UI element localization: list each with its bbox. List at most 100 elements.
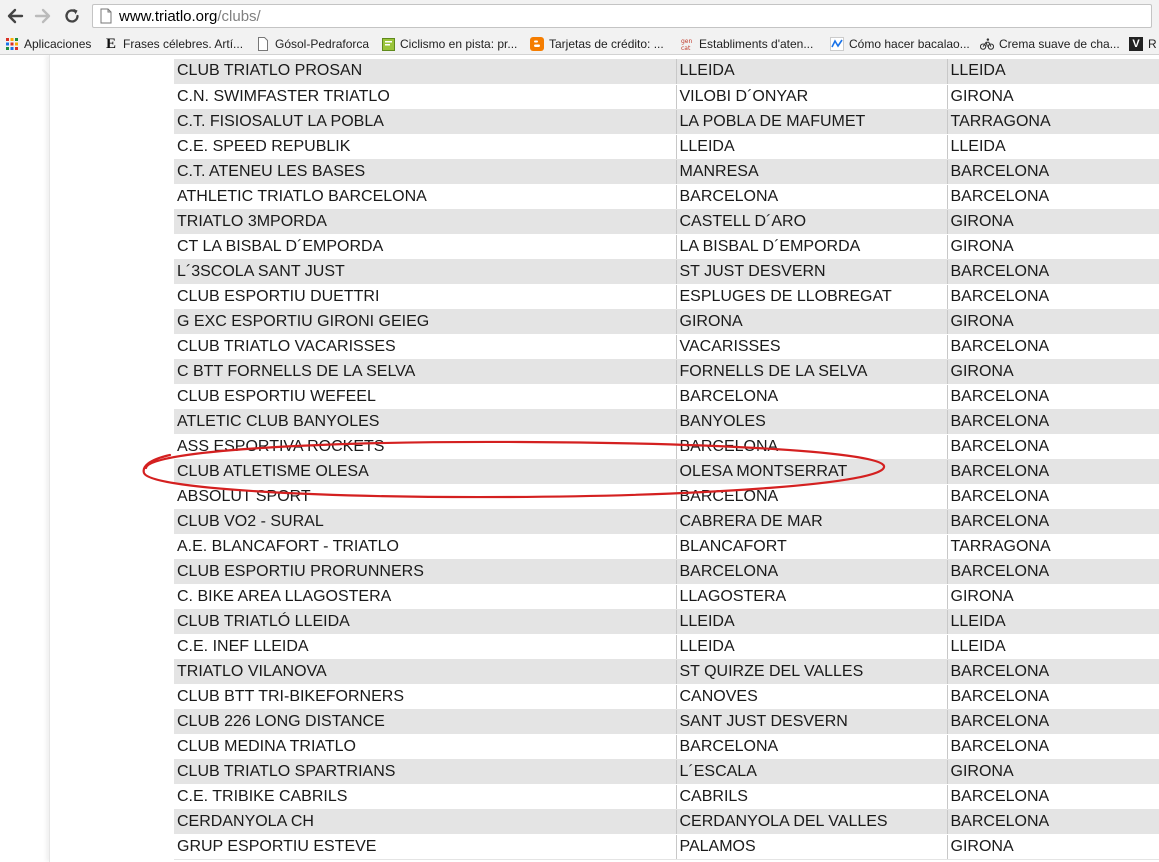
green-note-icon xyxy=(381,37,395,51)
forward-arrow-icon[interactable] xyxy=(32,5,54,27)
apps-grid-icon xyxy=(5,37,19,51)
province-cell: BARCELONA xyxy=(947,734,1159,760)
province-cell: LLEIDA xyxy=(947,609,1159,635)
club-name-cell: GRUP ESPORTIU ESTEVE xyxy=(174,834,677,860)
v-letter-icon: V xyxy=(1129,37,1143,51)
page-viewport[interactable]: CLUB TRIATLO PROSAN LLEIDA LLEIDA C.N. SWIM… xyxy=(0,55,1159,862)
club-name-cell: ABSOLUT SPORT xyxy=(174,484,677,510)
bookmark-gosol[interactable]: Gósol-Pedraforca xyxy=(256,35,369,53)
club-name-cell: TRIATLO VILANOVA xyxy=(174,659,677,685)
cyclist-icon xyxy=(980,37,994,51)
town-cell: PALAMOS xyxy=(676,834,948,860)
bookmark-v[interactable]: V R xyxy=(1129,35,1157,53)
back-arrow-icon[interactable] xyxy=(4,5,26,27)
table-row: CLUB 226 LONG DISTANCE SANT JUST DESVERN B… xyxy=(174,709,1159,735)
table-row: CLUB TRIATLÓ LLEIDA LLEIDA LLEIDA xyxy=(174,609,1159,635)
town-cell: BLANCAFORT xyxy=(676,534,948,560)
province-cell: BARCELONA xyxy=(947,809,1159,835)
url-path: /clubs/ xyxy=(217,7,261,25)
table-row: CLUB TRIATLO PROSAN LLEIDA LLEIDA xyxy=(174,59,1159,85)
town-cell: VILOBI D´ONYAR xyxy=(676,84,948,110)
reload-icon[interactable] xyxy=(61,5,83,27)
bookmark-bacalao[interactable]: Cómo hacer bacalao... xyxy=(830,35,970,53)
town-cell: ST QUIRZE DEL VALLES xyxy=(676,659,948,685)
town-cell: BARCELONA xyxy=(676,434,948,460)
club-name-cell: CLUB ESPORTIU DUETTRI xyxy=(174,284,677,310)
club-name-cell: CLUB MEDINA TRIATLO xyxy=(174,734,677,760)
svg-text:cat: cat xyxy=(681,45,691,51)
bookmark-frases[interactable]: E Frases célebres. Artí... xyxy=(104,35,243,53)
address-bar[interactable]: www.triatlo.org/clubs/ xyxy=(92,4,1152,28)
table-row: L´3SCOLA SANT JUST ST JUST DESVERN BARCELO… xyxy=(174,259,1159,285)
town-cell: GIRONA xyxy=(676,309,948,335)
province-cell: TARRAGONA xyxy=(947,109,1159,135)
province-cell: BARCELONA xyxy=(947,684,1159,710)
club-name-cell: CLUB ESPORTIU PRORUNNERS xyxy=(174,559,677,585)
bookmark-label: Tarjetas de crédito: ... xyxy=(549,37,664,51)
table-row: C.T. ATENEU LES BASES MANRESA BARCELONA xyxy=(174,159,1159,185)
town-cell: LLEIDA xyxy=(676,609,948,635)
table-row: A.E. BLANCAFORT - TRIATLO BLANCAFORT TARRA… xyxy=(174,534,1159,560)
province-cell: GIRONA xyxy=(947,834,1159,860)
table-row: CLUB ESPORTIU PRORUNNERS BARCELONA BARCELO… xyxy=(174,559,1159,585)
bookmark-ciclismo[interactable]: Ciclismo en pista: pr... xyxy=(381,35,517,53)
province-cell: BARCELONA xyxy=(947,284,1159,310)
e-letter-icon: E xyxy=(105,36,116,52)
table-row: CERDANYOLA CH CERDANYOLA DEL VALLES BARCEL… xyxy=(174,809,1159,835)
bookmark-apps[interactable]: Aplicaciones xyxy=(5,35,91,53)
table-row: CLUB MEDINA TRIATLO BARCELONA BARCELONA xyxy=(174,734,1159,760)
club-name-cell: CLUB TRIATLO VACARISSES xyxy=(174,334,677,360)
wave-icon xyxy=(830,37,844,51)
table-row: CT LA BISBAL D´EMPORDA LA BISBAL D´EMPORD… xyxy=(174,234,1159,260)
club-name-cell: CLUB VO2 - SURAL xyxy=(174,509,677,535)
town-cell: ESPLUGES DE LLOBREGAT xyxy=(676,284,948,310)
table-row: C.T. FISIOSALUT LA POBLA LA POBLA DE MAFU… xyxy=(174,109,1159,135)
club-name-cell: C. BIKE AREA LLAGOSTERA xyxy=(174,584,677,610)
town-cell: BANYOLES xyxy=(676,409,948,435)
club-name-cell: C.E. SPEED REPUBLIK xyxy=(174,134,677,160)
table-row: ASS ESPORTIVA ROCKETS BARCELONA BARCELONA xyxy=(174,434,1159,460)
table-row: C. BIKE AREA LLAGOSTERA LLAGOSTERA GIRONA xyxy=(174,584,1159,610)
browser-toolbar: www.triatlo.org/clubs/ xyxy=(0,0,1159,33)
table-row: CLUB TRIATLO SPARTRIANS L´ESCALA GIRONA xyxy=(174,759,1159,785)
town-cell: L´ESCALA xyxy=(676,759,948,785)
bookmark-tarjetas[interactable]: Tarjetas de crédito: ... xyxy=(530,35,664,53)
table-row: ATLETIC CLUB BANYOLES BANYOLES BARCELONA xyxy=(174,409,1159,435)
bookmark-establiments[interactable]: gen cat Establiments d'aten... xyxy=(680,35,813,53)
town-cell: BARCELONA xyxy=(676,559,948,585)
bookmark-crema[interactable]: Crema suave de cha... xyxy=(980,35,1120,53)
bookmark-label: Gósol-Pedraforca xyxy=(275,37,370,51)
club-name-cell: ATHLETIC TRIATLO BARCELONA xyxy=(174,184,677,210)
province-cell: BARCELONA xyxy=(947,484,1159,510)
club-name-cell: G EXC ESPORTIU GIRONI GEIEG xyxy=(174,309,677,335)
province-cell: GIRONA xyxy=(947,359,1159,385)
province-cell: BARCELONA xyxy=(947,159,1159,185)
club-name-cell: C.E. INEF LLEIDA xyxy=(174,634,677,660)
town-cell: FORNELLS DE LA SELVA xyxy=(676,359,948,385)
table-row: CLUB ESPORTIU DUETTRI ESPLUGES DE LLOBREG… xyxy=(174,284,1159,310)
town-cell: CABRILS xyxy=(676,784,948,810)
province-cell: BARCELONA xyxy=(947,409,1159,435)
club-name-cell: C.T. ATENEU LES BASES xyxy=(174,159,677,185)
club-name-cell: CLUB TRIATLO SPARTRIANS xyxy=(174,759,677,785)
club-name-cell: ASS ESPORTIVA ROCKETS xyxy=(174,434,677,460)
province-cell: BARCELONA xyxy=(947,434,1159,460)
table-row: ABSOLUT SPORT BARCELONA BARCELONA xyxy=(174,484,1159,510)
province-cell: LLEIDA xyxy=(947,634,1159,660)
town-cell: LLEIDA xyxy=(676,59,948,85)
table-row: CLUB VO2 - SURAL CABRERA DE MAR BARCELONA xyxy=(174,509,1159,535)
table-row: TRIATLO VILANOVA ST QUIRZE DEL VALLES BARC… xyxy=(174,659,1159,685)
table-row: CLUB ESPORTIU WEFEEL BARCELONA BARCELONA xyxy=(174,384,1159,410)
town-cell: CANOVES xyxy=(676,684,948,710)
town-cell: LLEIDA xyxy=(676,134,948,160)
table-row: C.E. INEF LLEIDA LLEIDA LLEIDA xyxy=(174,634,1159,660)
club-name-cell: CLUB BTT TRI-BIKEFORNERS xyxy=(174,684,677,710)
town-cell: OLESA MONTSERRAT xyxy=(676,459,948,485)
table-row: CLUB ATLETISME OLESA OLESA MONTSERRAT BARC… xyxy=(174,459,1159,485)
town-cell: VACARISSES xyxy=(676,334,948,360)
club-name-cell: CLUB 226 LONG DISTANCE xyxy=(174,709,677,735)
clubs-table: CLUB TRIATLO PROSAN LLEIDA LLEIDA C.N. SWIM… xyxy=(174,59,1159,860)
club-name-cell: TRIATLO 3MPORDA xyxy=(174,209,677,235)
table-row: CLUB TRIATLO VACARISSES VACARISSES BARCELO… xyxy=(174,334,1159,360)
club-name-cell: C.T. FISIOSALUT LA POBLA xyxy=(174,109,677,135)
